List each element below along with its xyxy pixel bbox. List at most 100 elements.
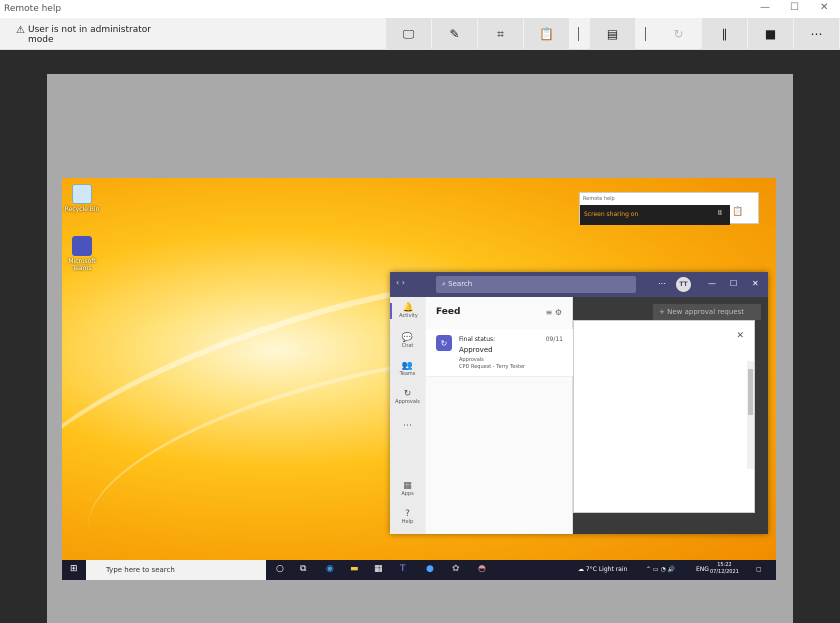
teams-taskbar-icon[interactable]: T — [400, 564, 406, 574]
app-taskbar-icon[interactable]: ◓ — [478, 564, 486, 574]
refresh-button[interactable]: ↻ — [656, 18, 701, 50]
approvals-icon: ↻ — [403, 389, 412, 399]
maximize-button[interactable]: ☐ — [790, 2, 799, 13]
more-button[interactable]: ⋯ — [794, 18, 839, 50]
calendar-icon[interactable]: ▦ — [374, 564, 383, 574]
toolbar-divider — [578, 27, 579, 41]
chat-taskbar-icon[interactable]: ● — [426, 564, 434, 574]
title-bar: Remote help — ☐ ✕ — [0, 0, 840, 18]
feed-title[interactable]: Feed — [436, 307, 460, 317]
minimize-button[interactable]: — — [760, 2, 770, 13]
clock-time: 15:22 — [717, 562, 732, 568]
sharing-status-text: Screen sharing on — [584, 211, 639, 218]
rail-item-more[interactable]: ⋯ — [390, 421, 425, 431]
teams-group-icon: 👥 — [401, 361, 414, 371]
remote-help-mini-window: Remote help Screen sharing on II 📋 — [579, 192, 759, 225]
desktop-icon-teams[interactable]: Microsoft Teams — [62, 236, 102, 272]
list-item[interactable]: ↻ Final status: Approved Approvals CPD R… — [426, 329, 573, 377]
teams-maximize-button[interactable]: ☐ — [730, 279, 737, 288]
desktop-icon-label: Recycle Bin — [64, 206, 100, 213]
search-placeholder: Search — [448, 280, 473, 288]
mini-pause-button[interactable]: II — [718, 209, 722, 217]
warning-icon: ⚠ — [16, 25, 25, 36]
teams-more-icon[interactable]: ⋯ — [658, 279, 666, 288]
clipboard-icon: 📋 — [539, 27, 554, 41]
sharing-status-bar: Screen sharing on II — [580, 205, 730, 225]
weather-widget[interactable]: ☁ 7°C Light rain — [578, 566, 627, 573]
task-manager-button[interactable]: ▤ — [590, 18, 635, 50]
annotate-button[interactable]: ✎ — [432, 18, 477, 50]
app-title: Remote help — [4, 4, 62, 14]
taskbar-search-input[interactable]: Type here to search — [86, 560, 266, 580]
clipboard-button[interactable]: 📋 — [524, 18, 569, 50]
desktop-icon-recycle-bin[interactable]: Recycle Bin — [62, 184, 102, 213]
remote-taskbar: ⊞ Type here to search ○ ⧉ ◉ ▬ ▦ T ● ✿ ◓ … — [62, 560, 776, 580]
rail-item-chat[interactable]: 💬 Chat — [390, 333, 425, 349]
mini-clipboard-icon[interactable]: 📋 — [732, 207, 743, 217]
recycle-bin-icon — [72, 184, 92, 204]
more-icon: ⋯ — [810, 27, 823, 41]
rail-label: Approvals — [395, 399, 420, 405]
bell-icon: 🔔 — [402, 303, 415, 313]
close-icon[interactable]: ✕ — [736, 331, 744, 341]
filter-settings-icons[interactable]: ≡ ⚙ — [546, 308, 562, 317]
cortana-icon[interactable]: ○ — [276, 564, 284, 574]
toolbar: ⚠ User is not in administrator mode 🖵 ✎ … — [0, 18, 840, 50]
dialog-scrollbar[interactable] — [747, 361, 754, 469]
teams-window: ‹ › ⌕ Search ⋯ TT — ☐ ✕ 🔔 Activity 💬 Chat … — [390, 272, 768, 534]
apps-icon: ▦ — [403, 481, 412, 491]
desktop-icon-label: Microsoft Teams — [68, 258, 96, 272]
full-screen-button[interactable]: ⌗ — [478, 18, 523, 50]
new-approval-request-button[interactable]: + New approval request — [653, 304, 761, 320]
pause-icon: ∥ — [721, 27, 728, 41]
avatar[interactable]: TT — [676, 277, 691, 292]
rail-label: Chat — [401, 343, 414, 349]
teams-app-rail: 🔔 Activity 💬 Chat 👥 Teams ↻ Approvals ⋯ ▦ App… — [390, 297, 425, 534]
pause-button[interactable]: ∥ — [702, 18, 747, 50]
notif-date: 09/11 — [545, 336, 563, 343]
windows-start-icon[interactable]: ⊞ — [70, 564, 78, 574]
search-placeholder: Type here to search — [106, 566, 175, 574]
edge-icon[interactable]: ◉ — [326, 564, 334, 574]
teams-close-button[interactable]: ✕ — [752, 279, 759, 288]
stop-button[interactable]: ■ — [748, 18, 793, 50]
approvals-icon: ↻ — [436, 335, 452, 351]
close-button[interactable]: ✕ — [820, 2, 828, 13]
rail-label: Activity — [399, 313, 418, 319]
teams-minimize-button[interactable]: — — [708, 279, 716, 288]
view-screen-button[interactable]: 🖵 — [386, 18, 431, 50]
task-view-icon[interactable]: ⧉ — [300, 564, 306, 574]
mini-window-title: Remote help — [583, 196, 615, 202]
rail-item-approvals[interactable]: ↻ Approvals — [390, 389, 425, 405]
teams-title-bar: ‹ › ⌕ Search ⋯ TT — ☐ ✕ — [390, 272, 768, 297]
app-taskbar-icon[interactable]: ✿ — [452, 564, 460, 574]
back-forward-icon[interactable]: ‹ › — [396, 278, 405, 287]
teams-search-input[interactable]: ⌕ Search — [436, 276, 636, 293]
scrollbar-thumb[interactable] — [748, 369, 753, 415]
rail-item-activity[interactable]: 🔔 Activity — [390, 303, 425, 319]
weather-text: 7°C Light rain — [585, 566, 628, 573]
notif-status-label: Final status: — [459, 336, 496, 343]
help-icon: ? — [405, 509, 410, 519]
rail-label: Apps — [401, 491, 414, 497]
rail-item-help[interactable]: ? Help — [390, 509, 425, 525]
notif-source: Approvals — [459, 357, 484, 363]
rail-label: Help — [401, 519, 414, 525]
rail-label: Teams — [399, 371, 416, 377]
rail-item-teams[interactable]: 👥 Teams — [390, 361, 425, 377]
monitor-icon: 🖵 — [402, 26, 415, 41]
toolbar-divider — [645, 27, 646, 41]
refresh-icon: ↻ — [673, 27, 684, 41]
notification-icon[interactable]: ▢ — [756, 566, 762, 573]
tray-icons[interactable]: ⌃ ▭ ◔ 🔊 — [646, 566, 675, 573]
stop-icon: ■ — [764, 27, 777, 41]
language-indicator[interactable]: ENG — [696, 566, 709, 573]
notif-status-value: Approved — [459, 346, 493, 354]
more-icon: ⋯ — [403, 421, 412, 431]
fullscreen-icon: ⌗ — [497, 26, 504, 41]
chat-icon: 💬 — [401, 333, 414, 343]
rail-item-apps[interactable]: ▦ Apps — [390, 481, 425, 497]
teams-icon — [72, 236, 92, 256]
clock[interactable]: 15:22 07/12/2021 — [710, 562, 739, 576]
file-explorer-icon[interactable]: ▬ — [350, 564, 359, 574]
